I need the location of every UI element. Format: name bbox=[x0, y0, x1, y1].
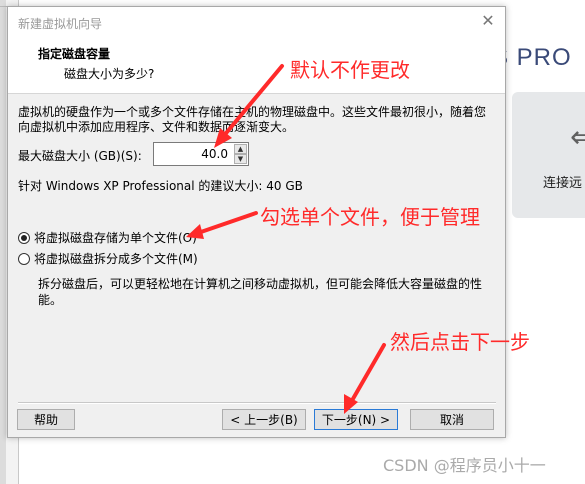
annotation-arrows bbox=[186, 64, 386, 414]
annotation-arrow-single-file bbox=[186, 211, 258, 239]
annotation-arrow-next bbox=[344, 343, 386, 414]
annotation-arrow-default bbox=[214, 64, 284, 148]
watermark: CSDN @程序员小十一 bbox=[383, 456, 546, 475]
